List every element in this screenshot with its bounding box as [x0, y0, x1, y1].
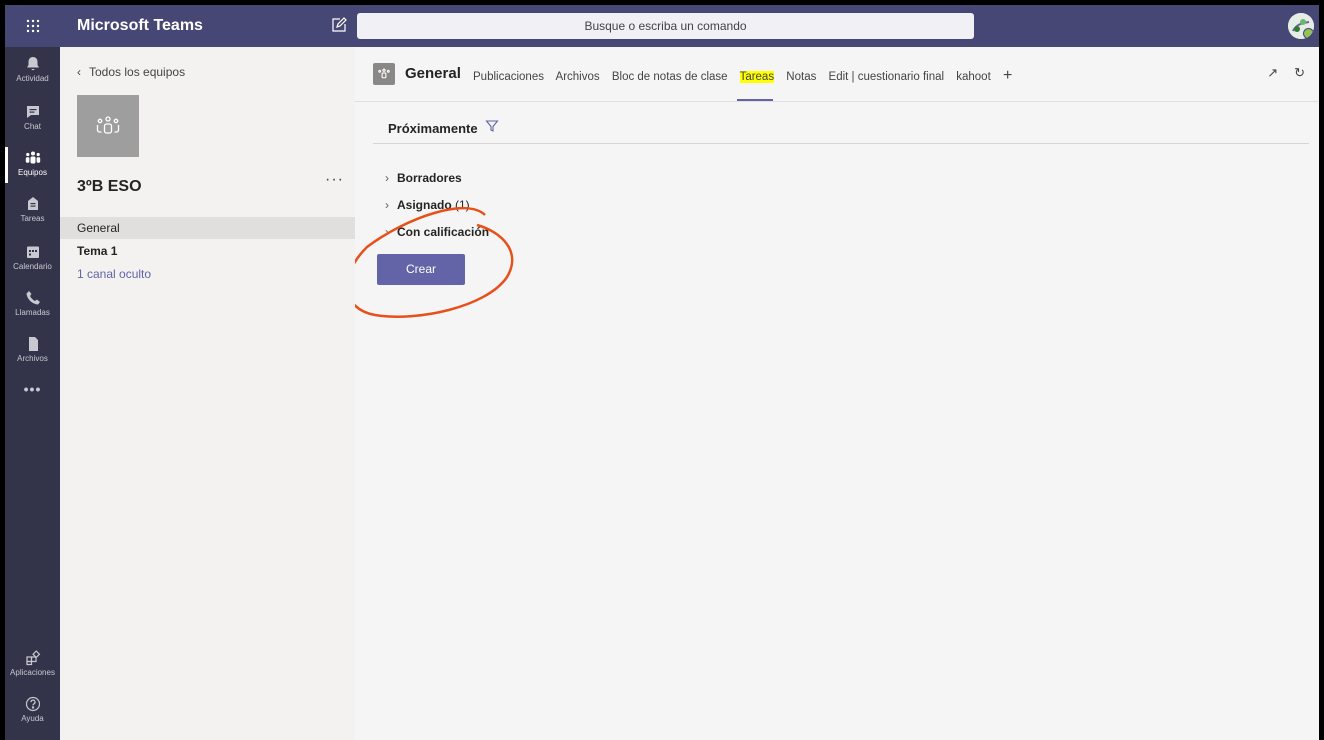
rail-label: Tareas [20, 214, 45, 223]
channel-team-icon [373, 63, 395, 85]
rail-item-help[interactable]: Ayuda [5, 689, 60, 733]
expand-icon[interactable]: ↗ [1267, 65, 1278, 80]
teams-icon [25, 151, 40, 164]
refresh-icon[interactable]: ↻ [1294, 65, 1305, 80]
create-assignment-button[interactable]: Crear [377, 254, 465, 285]
rail-more-button[interactable]: ••• [5, 381, 60, 401]
rail-item-calls[interactable]: Llamadas [5, 283, 60, 327]
new-chat-icon[interactable] [331, 17, 347, 33]
team-more-options-button[interactable]: ··· [325, 171, 344, 189]
filter-icon[interactable] [485, 119, 499, 133]
tab-kahoot[interactable]: kahoot [956, 71, 991, 83]
section-borradores[interactable]: › Borradores [385, 171, 462, 185]
phone-icon [26, 291, 40, 305]
team-icon [96, 116, 120, 134]
section-count: (1) [455, 198, 470, 212]
section-label: Borradores [397, 171, 462, 185]
rail-label: Actividad [16, 74, 49, 83]
channel-name: General [405, 65, 461, 82]
header-divider [355, 101, 1319, 102]
app-launcher-icon[interactable] [5, 5, 60, 47]
filter-label[interactable]: Próximamente [388, 121, 478, 136]
rail-item-chat[interactable]: Chat [5, 97, 60, 141]
app-rail: Actividad Chat Equipos Tareas Calendario… [5, 47, 60, 740]
chevron-right-icon: › [385, 225, 389, 239]
back-label: Todos los equipos [89, 65, 186, 79]
rail-label: Equipos [18, 168, 47, 177]
rail-label: Ayuda [21, 714, 44, 723]
bell-icon [26, 57, 39, 71]
main-content: General Publicaciones Archivos Bloc de n… [355, 47, 1319, 740]
section-label: Asignado [397, 198, 452, 212]
rail-label: Llamadas [15, 308, 50, 317]
rail-label: Calendario [13, 262, 52, 271]
chat-icon [26, 106, 39, 118]
tab-bloc-de-notas[interactable]: Bloc de notas de clase [612, 71, 728, 83]
tab-tareas[interactable]: Tareas [739, 71, 775, 83]
section-divider [373, 143, 1309, 144]
assignments-icon [27, 197, 38, 210]
rail-label: Chat [24, 122, 41, 131]
channel-header: General Publicaciones Archivos Bloc de n… [355, 47, 1319, 101]
app-title: Microsoft Teams [77, 17, 203, 34]
section-asignado[interactable]: › Asignado (1) [385, 198, 470, 212]
rail-item-files[interactable]: Archivos [5, 329, 60, 373]
presence-badge [1303, 28, 1314, 39]
apps-icon [25, 650, 40, 666]
search-input[interactable]: Busque o escriba un comando [357, 13, 974, 39]
tab-edit-cuestionario[interactable]: Edit | cuestionario final [829, 71, 945, 83]
section-con-calificacion[interactable]: › Con calificación [385, 225, 489, 239]
channel-general[interactable]: General [60, 217, 355, 239]
rail-item-calendar[interactable]: Calendario [5, 237, 60, 281]
rail-label: Archivos [17, 354, 48, 363]
team-name: 3ºB ESO [77, 178, 142, 195]
rail-item-assignments[interactable]: Tareas [5, 189, 60, 233]
calendar-icon [26, 246, 39, 258]
back-to-teams-link[interactable]: ‹ Todos los equipos [77, 65, 185, 79]
add-tab-button[interactable]: + [1003, 67, 1012, 84]
section-label: Con calificación [397, 225, 490, 239]
team-panel: ‹ Todos los equipos 3ºB ESO ··· General T… [60, 47, 355, 740]
rail-label: Aplicaciones [10, 668, 55, 677]
channel-tema-1[interactable]: Tema 1 [60, 240, 355, 262]
help-icon [25, 696, 40, 712]
chevron-right-icon: › [385, 171, 389, 185]
chevron-left-icon: ‹ [77, 65, 81, 79]
tab-notas[interactable]: Notas [786, 71, 816, 83]
rail-item-apps[interactable]: Aplicaciones [5, 643, 60, 687]
tab-archivos[interactable]: Archivos [556, 71, 600, 83]
teams-window: Microsoft Teams Busque o escriba un coma… [5, 5, 1319, 740]
channel-tabs: Publicaciones Archivos Bloc de notas de … [473, 67, 1021, 85]
rail-item-teams[interactable]: Equipos [5, 143, 60, 187]
files-icon [28, 337, 38, 351]
team-avatar [77, 95, 139, 157]
header-actions: ↗ ↻ [1267, 65, 1305, 81]
tab-publicaciones[interactable]: Publicaciones [473, 71, 544, 83]
chevron-right-icon: › [385, 198, 389, 212]
hidden-channels-link[interactable]: 1 canal oculto [60, 263, 355, 285]
rail-item-activity[interactable]: Actividad [5, 49, 60, 93]
avatar[interactable] [1288, 13, 1314, 39]
top-bar: Microsoft Teams Busque o escriba un coma… [5, 5, 1319, 47]
